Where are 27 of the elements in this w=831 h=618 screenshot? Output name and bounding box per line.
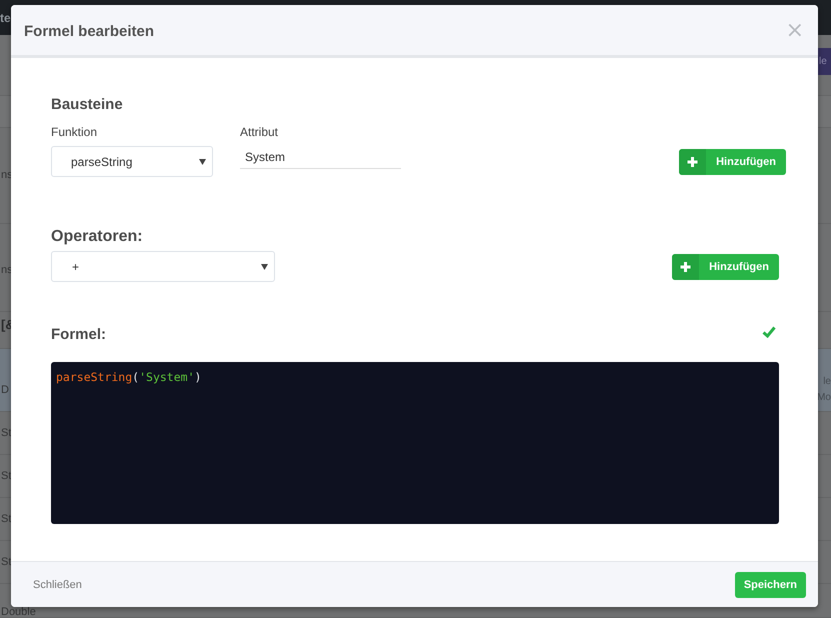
add-button[interactable]: Hinzufügen — [672, 254, 779, 280]
table-cell: Double — [0, 606, 36, 618]
code-editor[interactable]: parseString('System') — [51, 362, 779, 524]
code-line: parseString('System') — [56, 370, 202, 385]
section-heading: Formel: — [51, 326, 106, 344]
operator-select[interactable]: + — [51, 251, 275, 282]
table-cell: St — [0, 428, 12, 438]
table-cell: St — [0, 514, 12, 524]
table-cell: St — [0, 470, 12, 482]
section-heading: Operatoren: — [51, 228, 143, 246]
caret-icon — [261, 264, 268, 270]
attribute-field[interactable]: System — [240, 146, 401, 169]
field-label: Funktion — [51, 125, 98, 139]
dialog-title: Formel bearbeiten — [24, 22, 154, 40]
caret-icon — [199, 158, 206, 164]
page-button[interactable]: le — [818, 48, 831, 75]
function-select[interactable]: parseString — [51, 146, 213, 177]
field-label: Attribut — [240, 125, 278, 139]
save-button[interactable]: Speichern — [734, 572, 806, 598]
plus-icon — [672, 254, 700, 280]
section-heading: Bausteine — [51, 96, 123, 114]
column-header: D — [0, 384, 9, 396]
plus-icon — [679, 149, 706, 175]
add-button[interactable]: Hinzufügen — [679, 149, 786, 175]
app-title: te — [0, 10, 11, 24]
table-cell: St — [0, 556, 12, 568]
close-link[interactable]: Schließen — [33, 578, 82, 590]
